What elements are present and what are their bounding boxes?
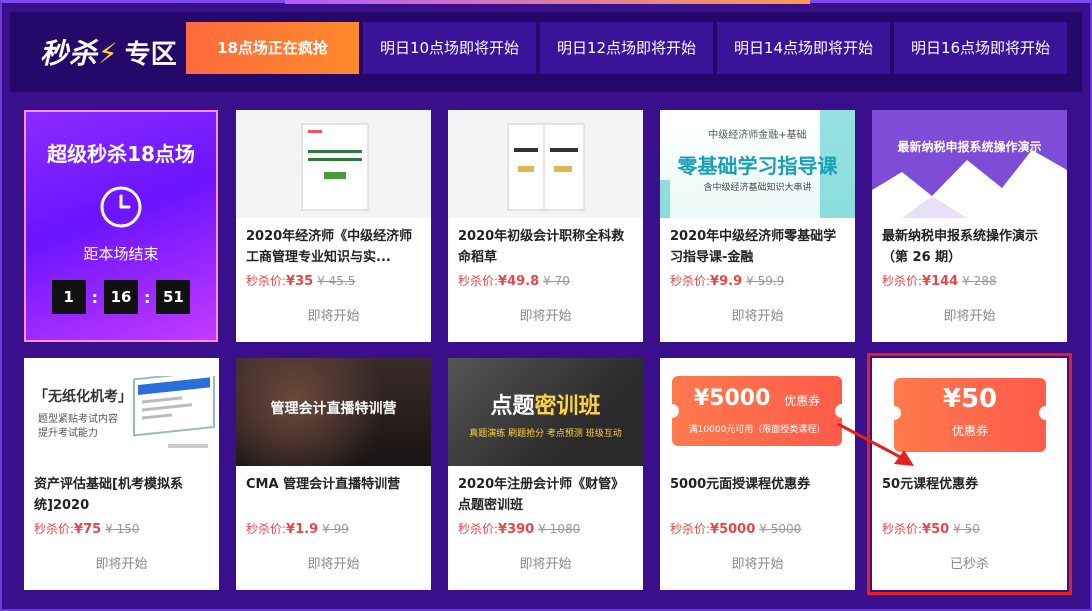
brand-logo: 秒杀⚡ 专区 xyxy=(40,28,177,76)
product-card[interactable]: 2020年经济师《中级经济师工商管理专业知识与实... 秒杀价:¥35 ¥ 45.… xyxy=(236,110,431,342)
banner-image xyxy=(872,110,1067,218)
product-name[interactable]: 2020年初级会计职称全科救命稻草 xyxy=(458,226,636,268)
book-cover-image xyxy=(448,110,643,218)
thumb-title: 管理会计直播特训营 xyxy=(270,401,397,417)
product-price: 秒杀价:¥75 ¥ 150 xyxy=(34,522,140,537)
status-label: 即将开始 xyxy=(519,309,572,324)
coupon-unit: 优惠券 xyxy=(951,424,988,438)
product-name[interactable]: 5000元面授课程优惠券 xyxy=(670,474,848,516)
product-price: 秒杀价:¥49.8 ¥ 70 xyxy=(458,274,570,289)
status-label: 已秒杀 xyxy=(949,557,989,572)
top-accent-bar xyxy=(285,0,810,4)
status-label: 即将开始 xyxy=(731,309,784,324)
product-card[interactable]: 2020年初级会计职称全科救命稻草 秒杀价:¥49.8 ¥ 70 即将开始 xyxy=(448,110,643,342)
countdown-title: 超级秒杀18点场 xyxy=(47,142,195,166)
product-thumbnail: 点题密训班 真题演练 刷题抢分 考点预测 班级互动 xyxy=(448,358,643,466)
tab-16[interactable]: 明日16点场即将开始 xyxy=(894,22,1067,74)
product-card[interactable]: 点题密训班 真题演练 刷题抢分 考点预测 班级互动 2020年注册会计师《财管》… xyxy=(448,358,643,590)
status-label: 即将开始 xyxy=(95,557,148,572)
product-name[interactable]: CMA 管理会计直播特训营 xyxy=(246,474,424,516)
product-price: 秒杀价:¥50 ¥ 50 xyxy=(882,522,980,537)
thumb-subtitle: 真题演练 刷题抢分 考点预测 班级互动 xyxy=(469,429,622,439)
status-label: 即将开始 xyxy=(731,557,784,572)
status-label: 即将开始 xyxy=(307,309,360,324)
brand-part2: 专区 xyxy=(124,39,177,70)
thumb-subtitle: 含中级经济基础知识大串讲 xyxy=(703,183,812,193)
book-cover-image xyxy=(236,110,431,218)
header: 秒杀⚡ 专区 18点场正在疯抢 明日10点场即将开始 明日12点场即将开始 明日… xyxy=(10,12,1082,92)
timer-seconds: 51 xyxy=(156,280,191,314)
product-card[interactable]: 管理会计直播特训营 CMA 管理会计直播特训营 秒杀价:¥1.9 ¥ 99 即将开… xyxy=(236,358,431,590)
timer-hours: 1 xyxy=(51,280,86,314)
product-card[interactable]: 中级经济师金融+基础 零基础学习指导课 含中级经济基础知识大串讲 2020年中级… xyxy=(660,110,855,342)
product-price: 秒杀价:¥35 ¥ 45.5 xyxy=(246,274,356,289)
annotation-arrow-icon xyxy=(837,422,914,466)
thumb-title: 点题密训班 xyxy=(490,394,601,419)
product-price: 秒杀价:¥144 ¥ 288 xyxy=(882,274,997,289)
coupon-amount: ¥5000 xyxy=(693,386,771,411)
bolt-icon: ⚡ xyxy=(98,37,119,70)
clock-icon xyxy=(100,186,142,228)
product-thumbnail: ¥5000 优惠券 满10000元可用（限面授类课程） xyxy=(660,358,855,466)
thumb-title: 「无纸化机考」 xyxy=(34,389,132,405)
tab-14[interactable]: 明日14点场即将开始 xyxy=(717,22,890,74)
tab-12[interactable]: 明日12点场即将开始 xyxy=(540,22,713,74)
coupon-unit: 优惠券 xyxy=(784,394,821,408)
thumb-subtitle: 提升考试能力 xyxy=(38,428,98,439)
product-price: 秒杀价:¥5000 ¥ 5000 xyxy=(670,522,802,537)
product-thumbnail: 最新纳税申报系统操作演示 xyxy=(872,110,1067,218)
product-price: 秒杀价:¥9.9 ¥ 59.9 xyxy=(670,274,785,289)
thumb-caption: 中级经济师金融+基础 xyxy=(708,130,807,141)
session-tabs: 18点场正在疯抢 明日10点场即将开始 明日12点场即将开始 明日14点场即将开… xyxy=(186,22,1067,74)
timer-minutes: 16 xyxy=(104,280,138,314)
brand-part1: 秒杀⚡ xyxy=(40,37,119,70)
countdown-subtitle: 距本场结束 xyxy=(83,245,159,263)
product-thumbnail: 「无纸化机考」 题型紧贴考试内容 提升考试能力 xyxy=(24,358,219,466)
product-card-highlighted[interactable]: ¥50 优惠券 50元课程优惠券 秒杀价:¥50 ¥ 50 已秒杀 xyxy=(867,353,1072,595)
product-price: 秒杀价:¥390 ¥ 1080 xyxy=(458,522,581,537)
product-name[interactable]: 2020年经济师《中级经济师工商管理专业知识与实... xyxy=(246,226,424,268)
timer-sep: : xyxy=(91,287,98,307)
coupon-image: ¥50 优惠券 xyxy=(887,378,1053,452)
coupon-note: 满10000元可用（限面授类课程） xyxy=(688,425,826,435)
product-name[interactable]: 资产评估基础[机考模拟系统]2020 xyxy=(34,474,212,516)
laptop-image xyxy=(133,376,215,448)
product-thumbnail xyxy=(236,110,431,218)
countdown-timer: 1 : 16 : 51 xyxy=(26,280,216,314)
product-card[interactable]: ¥5000 优惠券 满10000元可用（限面授类课程） 5000元面授课程优惠券… xyxy=(660,358,855,590)
product-thumbnail xyxy=(448,110,643,218)
thumb-title: 零基础学习指导课 xyxy=(677,154,838,178)
tab-18[interactable]: 18点场正在疯抢 xyxy=(186,22,359,74)
thumb-title: 最新纳税申报系统操作演示 xyxy=(897,140,1042,154)
tab-10[interactable]: 明日10点场即将开始 xyxy=(363,22,536,74)
product-thumbnail: 中级经济师金融+基础 零基础学习指导课 含中级经济基础知识大串讲 xyxy=(660,110,855,218)
countdown-panel: 超级秒杀18点场 距本场结束 1 : 16 : 51 xyxy=(24,110,218,342)
product-thumbnail: 管理会计直播特训营 xyxy=(236,358,431,466)
product-name[interactable]: 2020年中级经济师零基础学习指导课-金融 xyxy=(670,226,848,268)
product-name[interactable]: 2020年注册会计师《财管》点题密训班 xyxy=(458,474,636,516)
product-price: 秒杀价:¥1.9 ¥ 99 xyxy=(246,522,349,537)
timer-sep: : xyxy=(144,287,151,307)
status-label: 即将开始 xyxy=(307,557,360,572)
product-name[interactable]: 50元课程优惠券 xyxy=(882,474,1060,516)
status-label: 即将开始 xyxy=(519,557,572,572)
product-name[interactable]: 最新纳税申报系统操作演示（第 26 期） xyxy=(882,226,1060,268)
coupon-image: ¥5000 优惠券 满10000元可用（限面授类课程） xyxy=(665,376,849,446)
coupon-amount: ¥50 xyxy=(942,384,998,414)
status-label: 即将开始 xyxy=(943,309,996,324)
thumb-subtitle: 题型紧贴考试内容 xyxy=(38,414,118,425)
product-card[interactable]: 最新纳税申报系统操作演示 最新纳税申报系统操作演示（第 26 期） 秒杀价:¥1… xyxy=(872,110,1067,342)
product-card[interactable]: 「无纸化机考」 题型紧贴考试内容 提升考试能力 资产评估基础[机考模拟系统]20… xyxy=(24,358,219,590)
